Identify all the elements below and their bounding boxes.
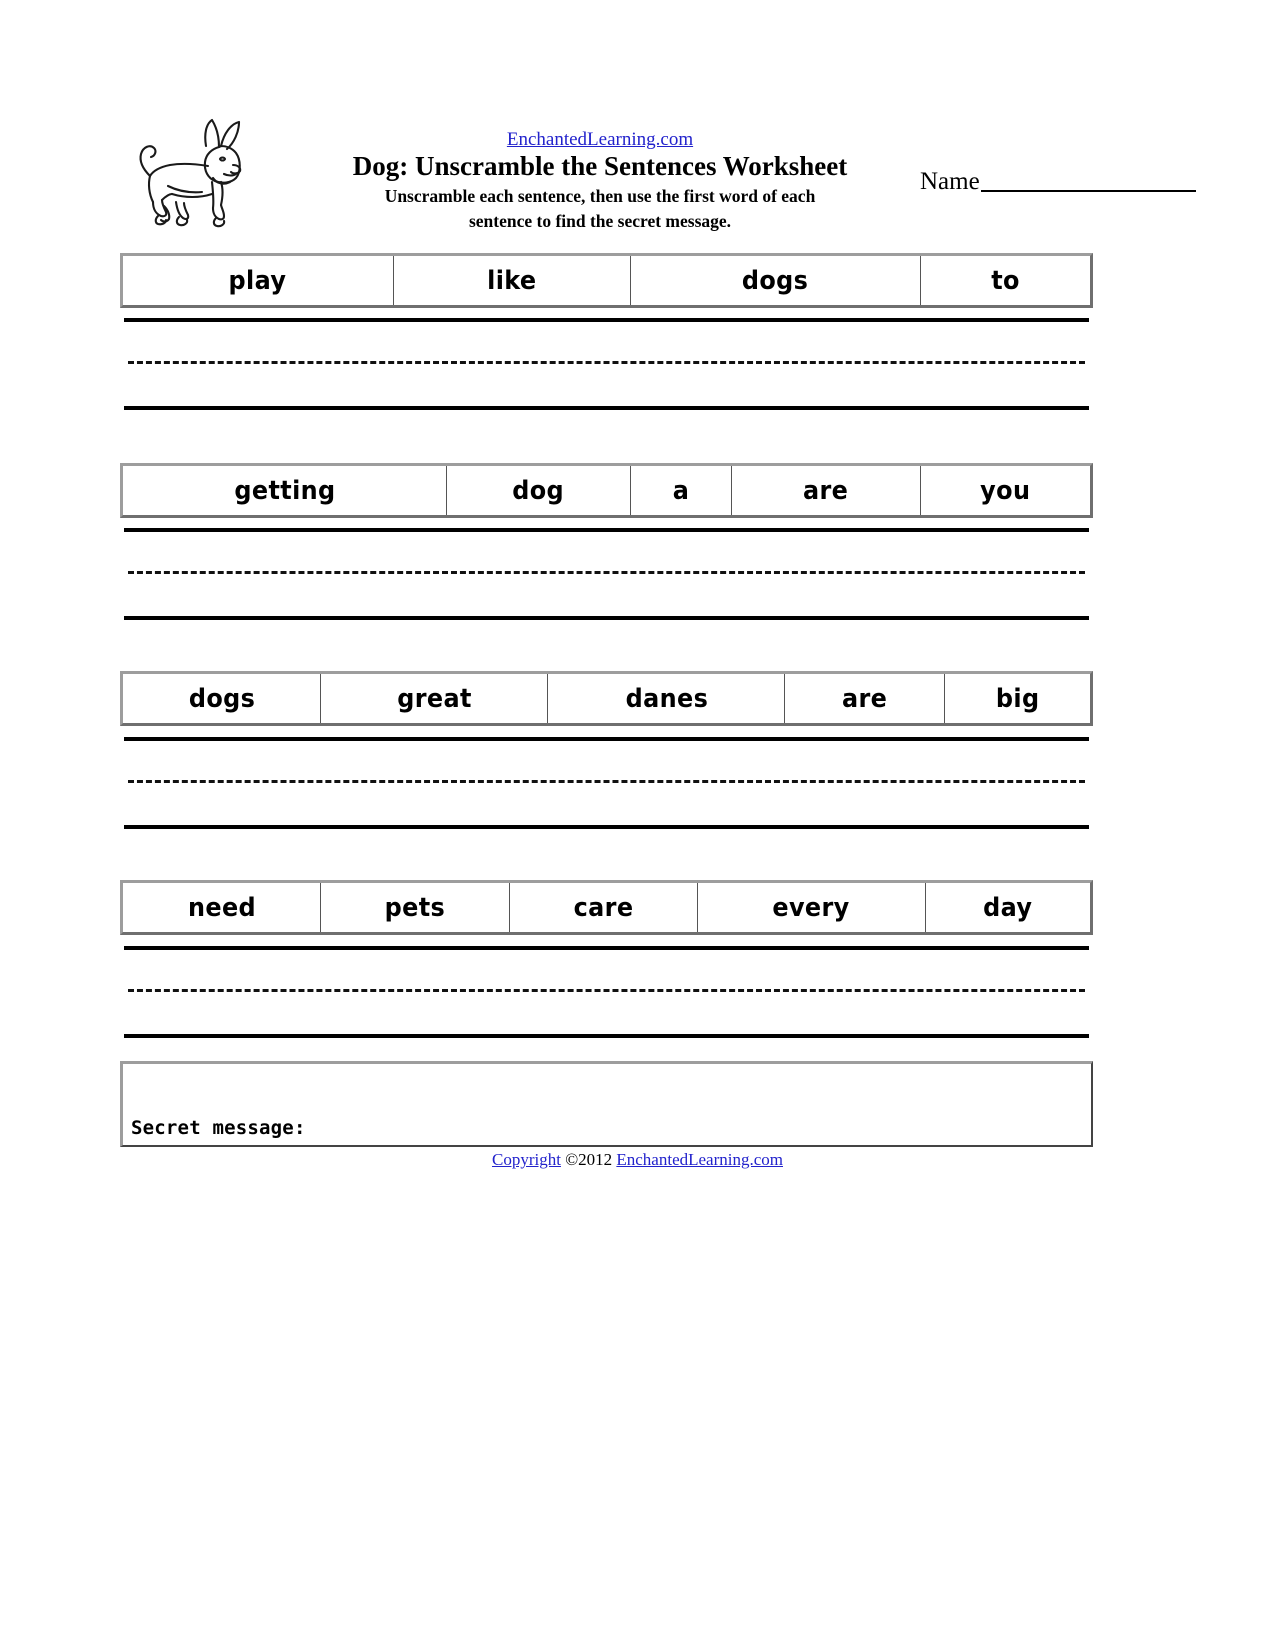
word-cell[interactable]: to: [920, 256, 1090, 305]
word-text: are: [842, 683, 888, 714]
word-cell[interactable]: are: [732, 466, 921, 515]
word-cell[interactable]: dogs: [123, 674, 322, 723]
word-cell[interactable]: a: [630, 466, 733, 515]
writing-line-baseline: [124, 616, 1089, 620]
word-cell[interactable]: day: [925, 883, 1090, 932]
handwriting-lines[interactable]: [124, 737, 1089, 829]
site-link-top[interactable]: EnchantedLearning.com: [280, 130, 920, 150]
word-text: dog: [512, 475, 565, 506]
writing-line-baseline: [124, 406, 1089, 410]
word-cell[interactable]: danes: [548, 674, 786, 723]
footer-copyright: Copyright ©2012 EnchantedLearning.com: [0, 1150, 1275, 1170]
word-cell[interactable]: every: [698, 883, 926, 932]
word-text: dogs: [741, 265, 809, 296]
word-text: dogs: [188, 683, 255, 714]
writing-line-top: [124, 737, 1089, 741]
word-cell[interactable]: getting: [123, 466, 447, 515]
worksheet-page: EnchantedLearning.com Dog: Unscramble th…: [0, 0, 1275, 1649]
word-text: are: [803, 475, 849, 506]
word-text: need: [187, 892, 256, 923]
handwriting-lines[interactable]: [124, 318, 1089, 410]
page-header: EnchantedLearning.com Dog: Unscramble th…: [120, 108, 1196, 240]
word-text: like: [487, 265, 537, 296]
instruction-line-2: sentence to find the secret message.: [468, 210, 732, 231]
writing-line-dotted-mid: [128, 989, 1085, 992]
word-cell[interactable]: play: [123, 256, 394, 305]
word-text: play: [228, 265, 287, 296]
word-cell[interactable]: dogs: [630, 256, 921, 305]
word-cell[interactable]: big: [944, 674, 1090, 723]
site-link-footer[interactable]: EnchantedLearning.com: [616, 1150, 783, 1169]
word-text: every: [772, 892, 851, 923]
word-cell[interactable]: like: [393, 256, 631, 305]
word-text: big: [995, 683, 1040, 714]
word-text: great: [397, 683, 472, 714]
word-row: need pets care every day: [120, 880, 1093, 935]
word-cell[interactable]: dog: [446, 466, 631, 515]
secret-message-box[interactable]: Secret message:: [120, 1061, 1093, 1147]
writing-line-dotted-mid: [128, 361, 1085, 364]
word-cell[interactable]: great: [321, 674, 549, 723]
instruction-line-1: Unscramble each sentence, then use the f…: [384, 185, 816, 206]
chihuahua-dog-icon: [120, 116, 265, 234]
word-text: pets: [384, 892, 446, 923]
word-row: getting dog a are you: [120, 463, 1093, 518]
name-write-rule[interactable]: [980, 170, 1196, 192]
handwriting-lines[interactable]: [124, 946, 1089, 1038]
writing-line-top: [124, 528, 1089, 532]
word-cell[interactable]: care: [509, 883, 699, 932]
page-title: Dog: Unscramble the Sentences Worksheet: [352, 150, 848, 181]
writing-line-baseline: [124, 825, 1089, 829]
word-text: you: [980, 475, 1031, 506]
secret-message-label: Secret message:: [131, 1117, 306, 1139]
word-row: dogs great danes are big: [120, 671, 1093, 726]
copyright-year: ©2012: [560, 1150, 617, 1169]
copyright-link[interactable]: Copyright: [492, 1150, 561, 1169]
word-cell[interactable]: are: [785, 674, 945, 723]
word-cell[interactable]: pets: [321, 883, 510, 932]
writing-line-top: [124, 946, 1089, 950]
title-block: EnchantedLearning.com Dog: Unscramble th…: [280, 130, 920, 233]
handwriting-lines[interactable]: [124, 528, 1089, 620]
word-text: danes: [625, 683, 708, 714]
word-row: play like dogs to: [120, 253, 1093, 308]
word-text: day: [983, 892, 1033, 923]
word-text: getting: [233, 475, 336, 506]
name-label: Name: [920, 168, 980, 195]
word-cell[interactable]: you: [920, 466, 1090, 515]
writing-line-dotted-mid: [128, 571, 1085, 574]
name-field[interactable]: Name: [920, 168, 1215, 196]
writing-line-top: [124, 318, 1089, 322]
word-text: a: [672, 475, 690, 506]
writing-line-baseline: [124, 1034, 1089, 1038]
writing-line-dotted-mid: [128, 780, 1085, 783]
word-cell[interactable]: need: [123, 883, 322, 932]
word-text: care: [573, 892, 634, 923]
word-text: to: [991, 265, 1020, 296]
